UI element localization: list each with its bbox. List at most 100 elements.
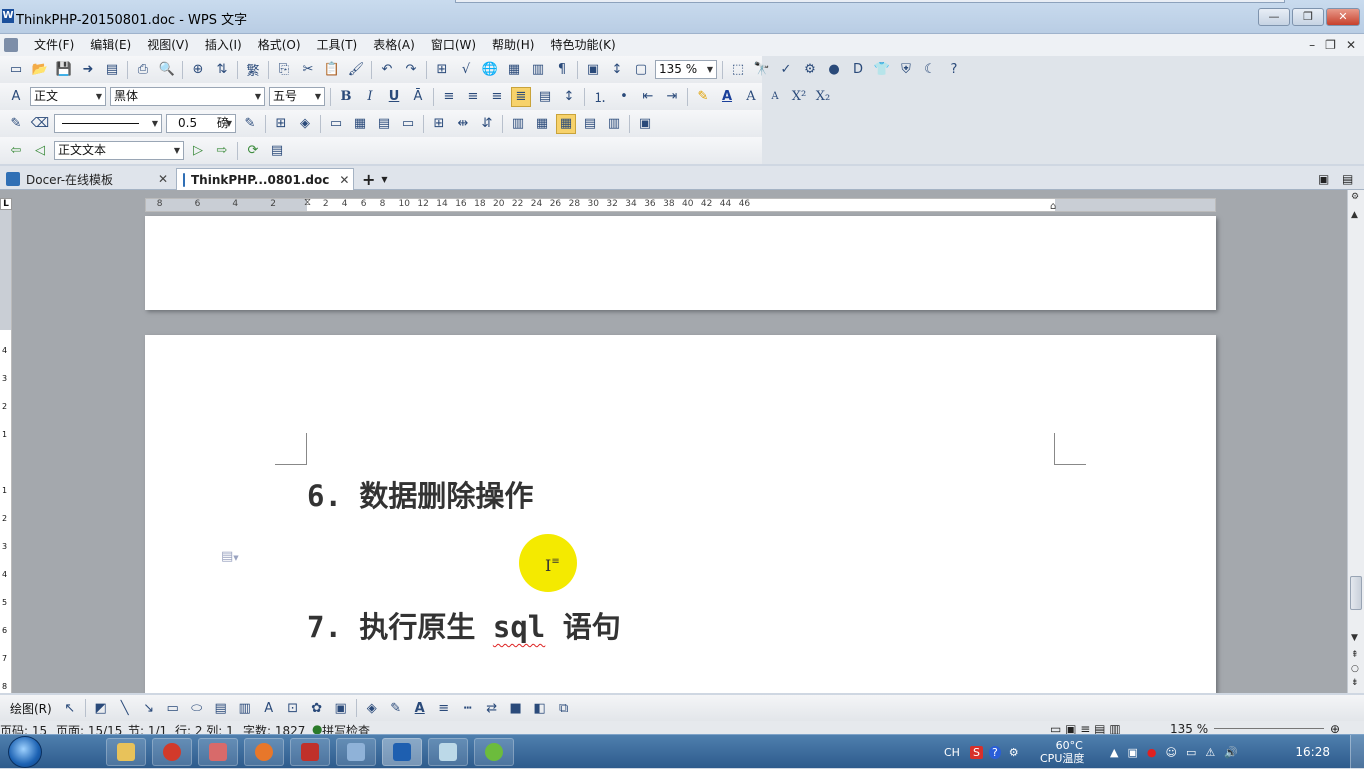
draw-menu-button[interactable]: 绘图(R) <box>10 700 52 717</box>
clock[interactable]: 16:28 <box>1295 745 1330 759</box>
bullets-icon[interactable]: • <box>614 87 634 107</box>
distribute-columns-icon[interactable]: ▦ <box>532 114 552 134</box>
menu-window[interactable]: 窗口(W) <box>423 34 484 56</box>
merge-cells-icon[interactable]: ▭ <box>326 114 346 134</box>
textbox-icon[interactable]: ▤ <box>211 698 231 718</box>
line-color-icon[interactable]: ✎ <box>386 698 406 718</box>
rectangle-icon[interactable]: ▭ <box>163 698 183 718</box>
toc-icon[interactable]: ▤ <box>267 141 287 161</box>
cpu-temperature[interactable]: 60°C CPU温度 <box>1040 735 1084 769</box>
find-icon[interactable]: 🔭 <box>752 60 772 80</box>
increase-indent-icon[interactable]: ⇥ <box>662 87 682 107</box>
doc-restore-button[interactable]: ❐ <box>1325 34 1336 56</box>
draw-table-icon[interactable]: ✎ <box>6 114 26 134</box>
shadow-icon[interactable]: ■ <box>506 698 526 718</box>
split-cells-icon[interactable]: ▦ <box>350 114 370 134</box>
promote-icon[interactable]: ⇦ <box>6 141 26 161</box>
close-button[interactable]: ✕ <box>1326 8 1360 26</box>
tab-stop-selector[interactable]: L <box>0 198 12 210</box>
eraser-icon[interactable]: ⌫ <box>30 114 50 134</box>
ime-settings-icon[interactable]: ⚙ <box>1009 746 1019 759</box>
start-button[interactable] <box>8 736 42 768</box>
picture-icon[interactable]: ▣ <box>331 698 351 718</box>
indent-marker-icon[interactable]: ⧖ <box>304 199 311 208</box>
new-tab-button[interactable]: + ▼ <box>356 168 392 190</box>
fill-color-icon[interactable]: ◈ <box>362 698 382 718</box>
language-indicator[interactable]: CH <box>944 746 960 759</box>
restore-button[interactable]: ❐ <box>1292 8 1324 26</box>
table-borders-icon[interactable]: ▤ <box>580 114 600 134</box>
show-desktop-button[interactable] <box>1350 735 1364 769</box>
arrow-icon[interactable]: ↘ <box>139 698 159 718</box>
arrow-style-icon[interactable]: ⇄ <box>482 698 502 718</box>
zoom-in-icon[interactable]: ⊕ <box>1330 722 1340 734</box>
next-page-icon[interactable]: ⇟ <box>1351 678 1359 688</box>
style-select[interactable]: 正文 ▼ <box>30 87 106 106</box>
menu-help[interactable]: 帮助(H) <box>484 34 542 56</box>
status-zoom[interactable]: 135 % <box>1170 722 1208 734</box>
document-menu-icon[interactable] <box>4 38 18 52</box>
paragraph-marks-icon[interactable]: ¶ <box>552 60 572 80</box>
tab-layout-icon[interactable]: ▤ <box>1336 168 1356 190</box>
reading-view-icon[interactable]: ▣ <box>583 60 603 80</box>
minimize-button[interactable]: — <box>1258 8 1290 26</box>
insert-page-icon[interactable]: ⊕ <box>188 60 208 80</box>
zoom-select[interactable]: 135 % ▼ <box>655 60 717 79</box>
update-toc-icon[interactable]: ⟳ <box>243 141 263 161</box>
align-left-icon[interactable]: ≡ <box>439 87 459 107</box>
taskbar-app-red[interactable] <box>152 738 192 766</box>
insert-table-icon[interactable]: ⊞ <box>432 60 452 80</box>
view-mode-icons[interactable]: ▭ ▣ ≡ ▤ ▥ <box>1050 722 1121 734</box>
show-hidden-icons-icon[interactable]: ▲ <box>1110 746 1118 759</box>
distribute-icon[interactable]: ▤ <box>535 87 555 107</box>
open-icon[interactable]: 📂 <box>30 60 50 80</box>
font-size-select[interactable]: 五号 ▼ <box>269 87 325 106</box>
new-document-icon[interactable]: ▭ <box>6 60 26 80</box>
spell-check-icon[interactable]: ✓ <box>776 60 796 80</box>
share-icon[interactable]: ● <box>824 60 844 80</box>
print-icon[interactable]: ⎙ <box>133 60 153 80</box>
subscript-button[interactable]: X₂ <box>813 87 833 107</box>
film-icon[interactable]: ▣ <box>1127 746 1137 759</box>
vertical-scrollbar[interactable]: ⚙ ▲ ▼ ⇞ ○ ⇟ <box>1347 190 1364 693</box>
menu-features[interactable]: 特色功能(K) <box>542 34 623 56</box>
menu-edit[interactable]: 编辑(E) <box>82 34 139 56</box>
tab-close-icon[interactable]: ✕ <box>158 172 168 186</box>
volume-icon[interactable]: 🔊 <box>1224 746 1238 759</box>
menu-insert[interactable]: 插入(I) <box>197 34 250 56</box>
previous-page-icon[interactable]: ⇞ <box>1351 650 1359 660</box>
line-icon[interactable]: ╲ <box>115 698 135 718</box>
heading-7[interactable]: 7. 执行原生 sql 语句 <box>307 604 621 646</box>
qq-icon[interactable]: ☺ <box>1165 746 1176 759</box>
columns-icon[interactable]: ▥ <box>528 60 548 80</box>
menu-table[interactable]: 表格(A) <box>365 34 423 56</box>
zoom-slider[interactable] <box>1214 728 1324 729</box>
underline-button[interactable]: U <box>384 87 404 107</box>
insert-table-icon[interactable]: ⊞ <box>429 114 449 134</box>
doc-minimize-button[interactable]: – <box>1309 34 1315 56</box>
taskbar-app-green[interactable] <box>474 738 514 766</box>
table-properties-icon[interactable]: ▣ <box>635 114 655 134</box>
line-style-select[interactable]: ▼ <box>54 114 162 133</box>
taskbar-app-recorder[interactable] <box>290 738 330 766</box>
autofit-icon[interactable]: ⇹ <box>453 114 473 134</box>
paste-icon[interactable]: 📋 <box>322 60 342 80</box>
numbering-icon[interactable]: ⒈ <box>590 87 610 107</box>
tab-close-icon[interactable]: ✕ <box>339 173 349 187</box>
copy-icon[interactable]: ⎘ <box>274 60 294 80</box>
browse-object-icon[interactable]: ○ <box>1351 664 1359 674</box>
page-current[interactable]: 6. 数据删除操作 ▤▼ 7. 执行原生 sql 语句 <box>145 335 1216 693</box>
autoshapes-icon[interactable]: ◩ <box>91 698 111 718</box>
3d-icon[interactable]: ◧ <box>530 698 550 718</box>
justify-icon[interactable]: ≣ <box>511 86 531 107</box>
translate-icon[interactable]: ⚙ <box>800 60 820 80</box>
scroll-settings-icon[interactable]: ⚙ <box>1351 192 1359 202</box>
split-table-icon[interactable]: ⇵ <box>477 114 497 134</box>
line-width-select[interactable]: 0.5 磅 ▼ <box>166 114 236 133</box>
redo-icon[interactable]: ↷ <box>401 60 421 80</box>
paragraph-handle-icon[interactable]: ▤▼ <box>221 549 239 564</box>
taskbar-firefox[interactable] <box>244 738 284 766</box>
formula-icon[interactable]: √ <box>456 60 476 80</box>
menu-tools[interactable]: 工具(T) <box>309 34 366 56</box>
demote-icon[interactable]: ⇨ <box>212 141 232 161</box>
